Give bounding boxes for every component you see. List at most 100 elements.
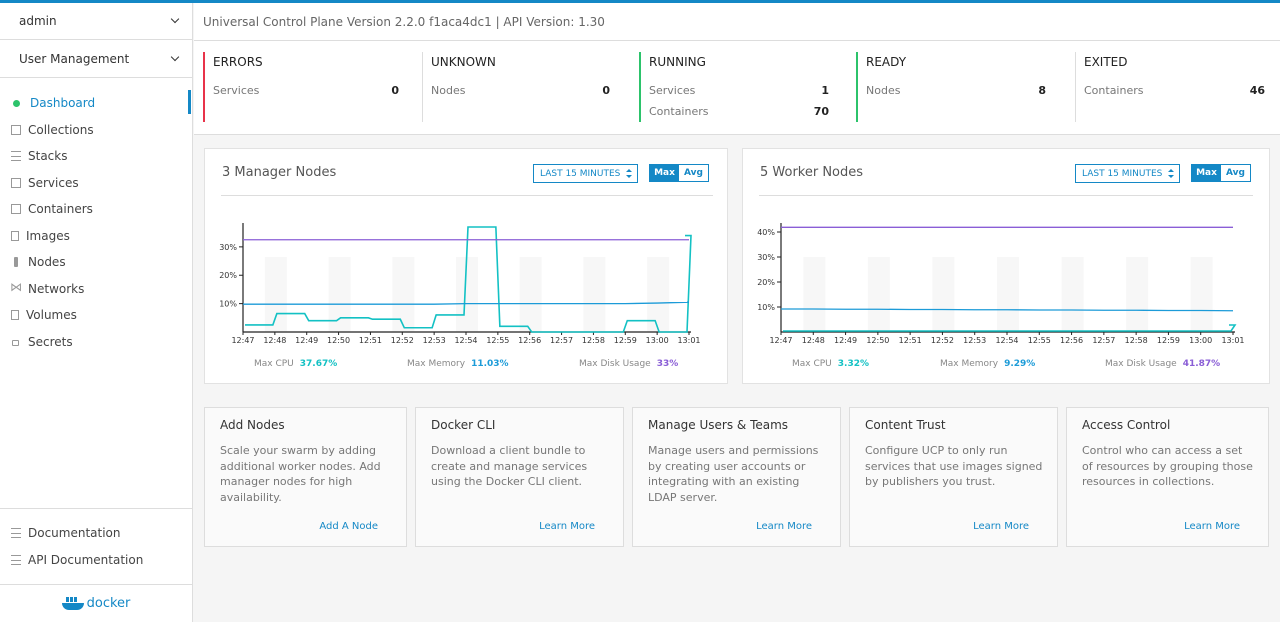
status-title: EXITED: [1084, 55, 1128, 69]
status-ready[interactable]: READY Nodes 8: [856, 52, 1046, 122]
x-tick-label: 12:48: [802, 336, 825, 345]
card-manage-users-teams: Manage Users & Teams Manage users and pe…: [632, 407, 841, 547]
sidebar-item-secrets[interactable]: Secrets: [0, 329, 192, 356]
metric-label: Max Memory: [407, 359, 466, 369]
x-tick-label: 12:55: [1028, 336, 1051, 345]
chart-band: [1190, 257, 1213, 332]
sidebar-item-label: Stacks: [28, 149, 68, 164]
sidebar-item-label: Images: [26, 228, 70, 243]
status-row: Containers 46: [1084, 80, 1265, 101]
metric-disk: Max Disk Usage 41.87%: [1105, 359, 1220, 369]
sidebar-item-containers[interactable]: Containers: [0, 196, 192, 223]
metric-memory: Max Memory 11.03%: [407, 359, 509, 369]
learn-more-link[interactable]: Learn More: [756, 521, 812, 532]
status-row: Services 1: [649, 80, 829, 101]
api-documentation-icon: [11, 554, 21, 565]
sidebar-item-volumes[interactable]: Volumes: [0, 302, 192, 329]
status-exited[interactable]: EXITED Containers 46: [1075, 52, 1265, 122]
stacks-icon: [11, 151, 21, 162]
add-a-node-link[interactable]: Add A Node: [319, 521, 378, 532]
sidebar-nav: Dashboard Collections Stacks Services Co…: [0, 78, 192, 355]
sidebar: admin User Management Dashboard Collecti…: [0, 3, 193, 622]
x-tick-label: 12:53: [963, 336, 986, 345]
sidebar-footer: Documentation API Documentation: [0, 508, 192, 573]
user-dropdown[interactable]: admin: [0, 3, 192, 40]
sidebar-item-dashboard[interactable]: Dashboard: [0, 90, 192, 117]
containers-icon: [11, 204, 21, 215]
x-tick-label: 12:53: [423, 336, 446, 345]
x-tick-label: 12:49: [295, 336, 318, 345]
x-tick-label: 12:58: [1125, 336, 1148, 345]
header: Universal Control Plane Version 2.2.0 f1…: [194, 3, 1280, 41]
sidebar-item-nodes[interactable]: Nodes: [0, 249, 192, 276]
card-title: Access Control: [1082, 418, 1171, 432]
sidebar-item-documentation[interactable]: Documentation: [0, 519, 192, 546]
x-tick-label: 12:52: [391, 336, 414, 345]
card-title: Add Nodes: [220, 418, 285, 432]
sidebar-item-label: Volumes: [26, 308, 77, 323]
secrets-icon: [12, 340, 19, 347]
metric-cpu: Max CPU 37.67%: [254, 359, 337, 369]
chart-band: [1126, 257, 1149, 332]
chart-band: [932, 257, 955, 332]
x-tick-label: 12:54: [454, 336, 477, 345]
status-row-label: Services: [213, 84, 260, 97]
y-tick-label: 10%: [219, 300, 237, 309]
x-tick-label: 12:59: [614, 336, 637, 345]
status-running[interactable]: RUNNING Services 1 Containers 70: [639, 52, 829, 122]
sidebar-item-label: Containers: [28, 202, 93, 217]
sidebar-item-stacks[interactable]: Stacks: [0, 143, 192, 170]
status-row: Nodes 0: [431, 80, 610, 101]
learn-more-link[interactable]: Learn More: [973, 521, 1029, 532]
status-row-label: Nodes: [866, 84, 901, 97]
card-docker-cli: Docker CLI Download a client bundle to c…: [415, 407, 624, 547]
status-row-value: 0: [391, 84, 399, 97]
metric-value: 9.29%: [1004, 359, 1036, 369]
metric-value: 33%: [656, 359, 679, 369]
y-tick-label: 10%: [757, 303, 775, 312]
sidebar-item-services[interactable]: Services: [0, 170, 192, 197]
sidebar-item-networks[interactable]: Networks: [0, 276, 192, 303]
chart-band: [456, 257, 478, 332]
status-row: Nodes 8: [866, 80, 1046, 101]
x-tick-label: 12:58: [582, 336, 605, 345]
sidebar-item-label: Services: [28, 175, 79, 190]
sidebar-item-label: Networks: [28, 281, 85, 296]
learn-more-link[interactable]: Learn More: [539, 521, 595, 532]
card-content-trust: Content Trust Configure UCP to only run …: [849, 407, 1058, 547]
user-management-label: User Management: [19, 51, 130, 66]
x-tick-label: 12:56: [1060, 336, 1083, 345]
sidebar-item-collections[interactable]: Collections: [0, 117, 192, 144]
sidebar-item-label: Documentation: [28, 525, 121, 540]
y-tick-label: 20%: [219, 271, 237, 280]
chart-band: [392, 257, 415, 332]
card-title: Docker CLI: [431, 418, 496, 432]
status-row-value: 70: [813, 105, 829, 118]
x-tick-label: 12:55: [486, 336, 509, 345]
docker-logo[interactable]: docker: [0, 584, 192, 622]
learn-more-link[interactable]: Learn More: [1184, 521, 1240, 532]
x-tick-label: 13:01: [1221, 336, 1244, 345]
status-row: Containers 70: [649, 101, 829, 122]
x-tick-label: 12:51: [899, 336, 922, 345]
sidebar-item-label: API Documentation: [28, 552, 144, 567]
status-errors[interactable]: ERRORS Services 0: [203, 52, 399, 122]
sidebar-item-images[interactable]: Images: [0, 223, 192, 250]
metric-label: Max CPU: [254, 359, 294, 369]
user-management-dropdown[interactable]: User Management: [0, 40, 192, 78]
x-tick-label: 12:48: [263, 336, 286, 345]
x-tick-label: 13:01: [677, 336, 700, 345]
metric-label: Max Disk Usage: [579, 359, 651, 369]
collections-icon: [11, 124, 21, 135]
sidebar-item-api-documentation[interactable]: API Documentation: [0, 546, 192, 573]
sidebar-item-label: Dashboard: [30, 96, 96, 111]
version-info: Universal Control Plane Version 2.2.0 f1…: [203, 14, 605, 29]
x-tick-label: 13:00: [646, 336, 669, 345]
metric-value: 41.87%: [1182, 359, 1221, 369]
status-unknown[interactable]: UNKNOWN Nodes 0: [422, 52, 610, 122]
card-body: Scale your swarm by adding additional wo…: [220, 444, 381, 504]
x-tick-label: 12:47: [769, 336, 792, 345]
worker-nodes-panel: 5 Worker Nodes LAST 15 MINUTES Max Avg 1…: [742, 148, 1270, 384]
status-row-label: Nodes: [431, 84, 466, 97]
docker-logo-text: docker: [86, 596, 131, 611]
